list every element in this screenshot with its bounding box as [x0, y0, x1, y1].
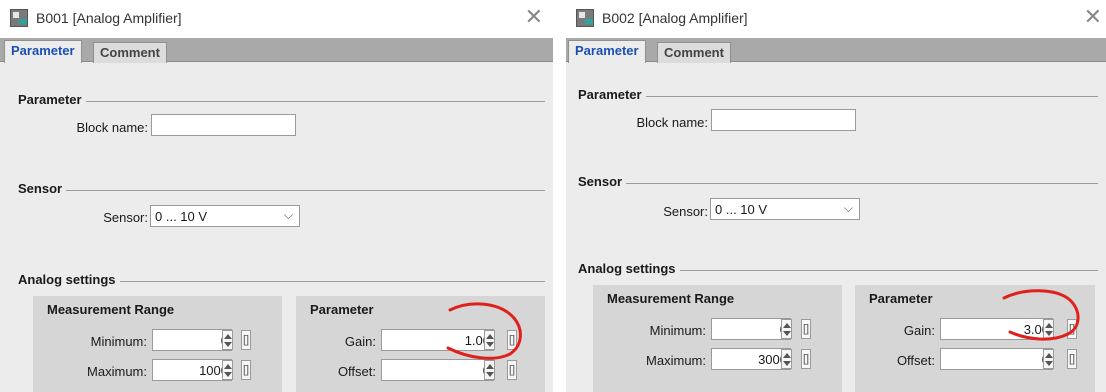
measurement-range-panel: Measurement Range Minimum: 0 [] Maximum:… [33, 296, 282, 392]
tab-strip: Parameter Comment [0, 38, 553, 63]
bracket-icon[interactable]: [] [241, 360, 251, 380]
section-title-analog-settings: Analog settings [578, 261, 680, 276]
spinner-arrows-icon[interactable] [222, 330, 233, 350]
block-name-label: Block name: [636, 115, 708, 130]
window-gap [553, 0, 566, 392]
maximum-input[interactable]: 3000 [711, 348, 791, 370]
section-title-sensor: Sensor [18, 181, 67, 196]
tab-parameter[interactable]: Parameter [568, 40, 646, 63]
logo-app-icon [10, 9, 28, 27]
minimum-input[interactable]: 0 [711, 318, 791, 340]
gain-label: Gain: [903, 323, 935, 338]
close-icon[interactable]: ✕ [525, 5, 543, 29]
block-name-input[interactable] [151, 114, 296, 136]
gain-label: Gain: [344, 334, 376, 349]
minimum-label: Minimum: [649, 323, 706, 338]
bracket-icon[interactable]: [] [241, 330, 251, 350]
window-title: B001 [Analog Amplifier] [36, 10, 182, 26]
section-divider [578, 96, 1098, 97]
annotation-circle [446, 302, 522, 360]
dialog-b002: B002 [Analog Amplifier] ✕ Parameter Comm… [566, 0, 1106, 392]
sensor-select[interactable]: 0 ... 10 V ⌵ [150, 205, 300, 227]
title-bar: B002 [Analog Amplifier] ✕ [566, 0, 1106, 38]
bracket-icon[interactable]: [] [801, 349, 811, 369]
chevron-down-icon: ⌵ [283, 208, 293, 222]
spinner-arrows-icon[interactable] [222, 360, 233, 380]
section-divider [18, 101, 545, 102]
logo-app-icon [576, 9, 594, 27]
annotation-circle [1002, 289, 1080, 341]
chevron-down-icon: ⌵ [843, 201, 853, 215]
title-bar: B001 [Analog Amplifier] ✕ [0, 0, 553, 38]
window-title: B002 [Analog Amplifier] [602, 10, 748, 26]
section-divider [18, 190, 545, 191]
offset-label: Offset: [337, 364, 376, 379]
offset-label: Offset: [896, 353, 935, 368]
section-title-analog-settings: Analog settings [18, 272, 120, 287]
tab-comment[interactable]: Comment [93, 42, 167, 63]
sensor-label: Sensor: [663, 204, 708, 219]
close-icon[interactable]: ✕ [1084, 5, 1102, 29]
maximum-label: Maximum: [87, 364, 147, 379]
maximum-input[interactable]: 1000 [152, 359, 232, 381]
minimum-input[interactable]: 0 [152, 329, 232, 351]
parameter-panel-title: Parameter [869, 291, 933, 306]
section-title-parameter: Parameter [578, 87, 646, 102]
spinner-arrows-icon[interactable] [781, 319, 792, 339]
section-title-parameter: Parameter [18, 92, 86, 107]
tab-parameter[interactable]: Parameter [4, 40, 82, 63]
spinner-arrows-icon[interactable] [781, 349, 792, 369]
sensor-select[interactable]: 0 ... 10 V ⌵ [710, 198, 860, 220]
sensor-select-value: 0 ... 10 V [155, 209, 208, 224]
dialog-b001: B001 [Analog Amplifier] ✕ Parameter Comm… [0, 0, 553, 392]
measurement-range-panel: Measurement Range Minimum: 0 [] Maximum:… [593, 285, 842, 392]
sensor-label: Sensor: [103, 210, 148, 225]
parameter-panel-title: Parameter [310, 302, 374, 317]
section-divider [578, 183, 1098, 184]
block-name-input[interactable] [711, 109, 856, 131]
bracket-icon[interactable]: [] [801, 319, 811, 339]
measurement-range-title: Measurement Range [47, 302, 175, 317]
measurement-range-title: Measurement Range [607, 291, 735, 306]
section-title-sensor: Sensor [578, 174, 627, 189]
sensor-select-value: 0 ... 10 V [715, 202, 768, 217]
tab-strip: Parameter Comment [566, 38, 1106, 63]
minimum-label: Minimum: [90, 334, 147, 349]
block-name-label: Block name: [76, 120, 148, 135]
maximum-label: Maximum: [646, 353, 706, 368]
tab-comment[interactable]: Comment [657, 42, 731, 63]
